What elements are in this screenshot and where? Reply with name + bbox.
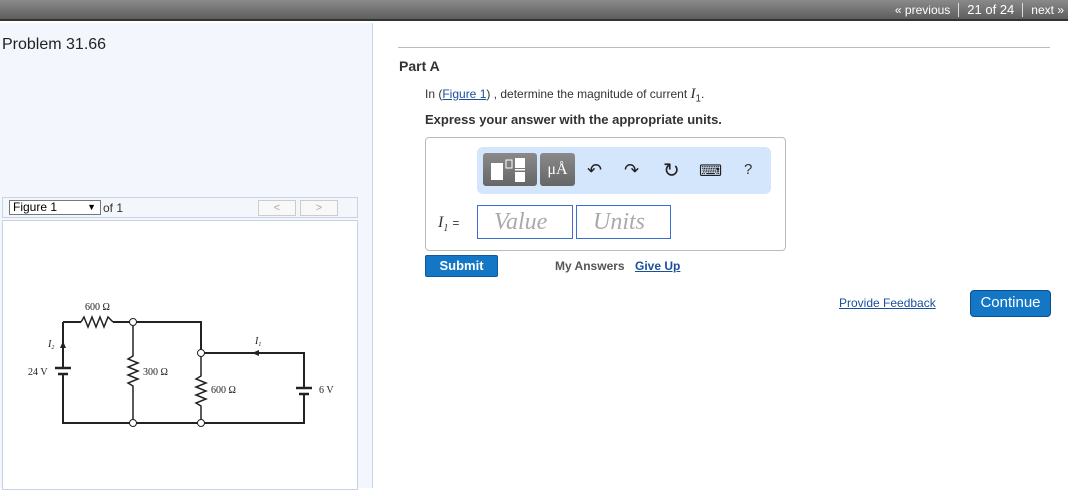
provide-feedback-link[interactable]: Provide Feedback [839, 296, 936, 310]
redo-icon[interactable]: ↷ [624, 160, 639, 181]
question-text: In (Figure 1) , determine the magnitude … [425, 86, 705, 105]
units-input[interactable]: Units [576, 205, 671, 239]
r1-label: 600 Ω [85, 302, 110, 313]
math-toolbar: μÅ ↶ ↷ ↻ ⌨ ? [477, 147, 771, 194]
previous-link[interactable]: « previous [895, 3, 950, 17]
help-icon[interactable]: ? [744, 161, 752, 178]
v2-label: 6 V [319, 385, 334, 396]
prev-figure-button[interactable]: < [258, 200, 296, 216]
my-answers-label: My Answers [555, 259, 625, 273]
part-title: Part A [399, 58, 440, 74]
left-panel: Problem 31.66 Figure 1 ▼ of 1 < > 600 Ω 3… [0, 23, 373, 490]
chevron-down-icon: ▼ [87, 202, 96, 212]
continue-button[interactable]: Continue [970, 290, 1051, 317]
fraction-template-icon [491, 158, 525, 182]
problem-counter: 21 of 24 [967, 2, 1015, 17]
figure-link[interactable]: Figure 1 [442, 87, 486, 101]
next-figure-button[interactable]: > [300, 200, 338, 216]
divider [1022, 2, 1024, 17]
submit-button[interactable]: Submit [425, 255, 498, 277]
units-button[interactable]: μÅ [540, 153, 575, 186]
figure-select[interactable]: Figure 1 ▼ [9, 200, 101, 215]
r2-label: 300 Ω [143, 367, 168, 378]
instruction: Express your answer with the appropriate… [425, 112, 722, 127]
pager: « previous 21 of 24 next » [895, 2, 1064, 17]
circuit-diagram: 600 Ω 300 Ω 600 Ω 24 V 6 V I2 I1 [28, 302, 334, 427]
reset-icon[interactable]: ↻ [663, 158, 680, 183]
answer-label: I1 = [438, 214, 460, 235]
divider [958, 2, 960, 17]
keyboard-icon[interactable]: ⌨ [699, 161, 722, 181]
problem-title: Problem 31.66 [2, 36, 107, 53]
i1-label: I1 [254, 336, 261, 348]
r3-label: 600 Ω [211, 385, 236, 396]
figure-image: 600 Ω 300 Ω 600 Ω 24 V 6 V I2 I1 [2, 220, 358, 490]
undo-icon[interactable]: ↶ [587, 160, 602, 181]
figure-toolbar: Figure 1 ▼ of 1 < > [2, 197, 358, 218]
figure-select-value: Figure 1 [13, 200, 58, 214]
figure-count: of 1 [103, 201, 124, 215]
divider [398, 47, 1050, 48]
i2-label: I2 [47, 339, 54, 351]
value-input[interactable]: Value [477, 205, 573, 239]
answer-box: μÅ ↶ ↷ ↻ ⌨ ? I1 = Value Units [425, 137, 786, 251]
templates-button[interactable] [483, 153, 537, 186]
top-bar: « previous 21 of 24 next » [0, 0, 1068, 21]
next-link[interactable]: next » [1031, 3, 1064, 17]
v1-label: 24 V [28, 367, 48, 378]
give-up-link[interactable]: Give Up [635, 259, 680, 273]
